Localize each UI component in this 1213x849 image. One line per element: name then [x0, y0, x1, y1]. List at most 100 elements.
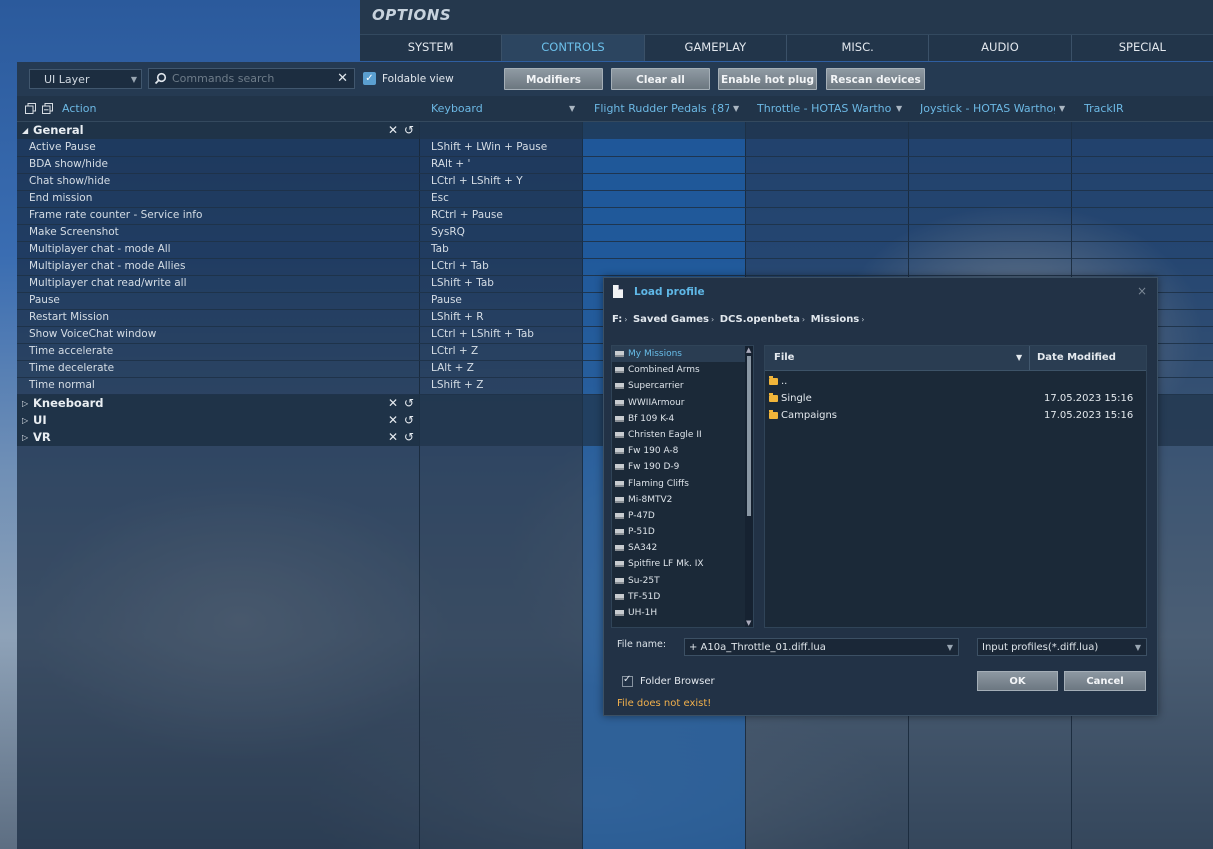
keyboard-binding[interactable]: LShift + R: [431, 309, 484, 326]
breadcrumb-item[interactable]: DCS.openbeta: [720, 314, 800, 325]
tab-system[interactable]: SYSTEM: [360, 35, 503, 61]
keyboard-binding[interactable]: LCtrl + Z: [431, 343, 478, 360]
folder-item[interactable]: TF-51D: [612, 589, 753, 605]
category-kneeboard[interactable]: ▷ Kneeboard ✕ ↺: [17, 395, 419, 412]
folder-item[interactable]: Supercarrier: [612, 378, 753, 394]
column-header-throttle[interactable]: Throttle - HOTAS Warthog ...: [757, 96, 892, 121]
layer-select[interactable]: UI Layer ▼: [29, 69, 142, 89]
category-general[interactable]: ◢ General ✕ ↺: [17, 122, 419, 139]
expand-triangle-icon[interactable]: ▷: [22, 412, 28, 429]
reset-category-icon[interactable]: ↺: [404, 429, 414, 446]
folder-scrollbar[interactable]: ▲ ▼: [745, 346, 753, 627]
scroll-up-icon[interactable]: ▲: [746, 346, 751, 354]
clear-search-icon[interactable]: ✕: [337, 69, 348, 89]
file-row[interactable]: Campaigns 17.05.2023 15:16: [769, 407, 1139, 424]
clear-category-icon[interactable]: ✕: [388, 429, 398, 446]
clear-category-icon[interactable]: ✕: [388, 412, 398, 429]
table-row[interactable]: Chat show/hide LCtrl + LShift + Y: [17, 173, 1213, 191]
breadcrumb-item[interactable]: F:: [612, 314, 622, 325]
enable-hot-plug-button[interactable]: Enable hot plug: [718, 68, 817, 90]
table-row[interactable]: Make Screenshot SysRQ: [17, 224, 1213, 242]
folder-item[interactable]: P-47D: [612, 508, 753, 524]
cancel-button[interactable]: Cancel: [1064, 671, 1146, 691]
keyboard-binding[interactable]: Pause: [431, 292, 462, 309]
table-row[interactable]: BDA show/hide RAlt + ': [17, 156, 1213, 174]
scrollbar-thumb[interactable]: [747, 356, 751, 516]
folder-item[interactable]: P-51D: [612, 524, 753, 540]
folder-item[interactable]: Fw 190 A-8: [612, 443, 753, 459]
chevron-down-icon[interactable]: ▼: [947, 639, 953, 657]
folder-item[interactable]: Combined Arms: [612, 362, 753, 378]
file-row[interactable]: ..: [769, 373, 1139, 390]
tab-special[interactable]: SPECIAL: [1072, 35, 1213, 61]
folder-item[interactable]: Fw 190 D-9: [612, 459, 753, 475]
chevron-down-icon[interactable]: ▼: [1135, 639, 1141, 657]
table-row[interactable]: Active Pause LShift + LWin + Pause: [17, 139, 1213, 157]
commands-search-input[interactable]: Commands search ✕: [148, 68, 355, 89]
category-vr[interactable]: ▷ VR ✕ ↺: [17, 429, 419, 446]
modifiers-button[interactable]: Modifiers: [504, 68, 603, 90]
folder-item[interactable]: Bf 109 K-4: [612, 411, 753, 427]
file-name-input[interactable]: + A10a_Throttle_01.diff.lua ▼: [684, 638, 959, 656]
keyboard-binding[interactable]: LAlt + Z: [431, 360, 474, 377]
reset-category-icon[interactable]: ↺: [404, 412, 414, 429]
keyboard-binding[interactable]: SysRQ: [431, 224, 465, 241]
keyboard-binding[interactable]: RCtrl + Pause: [431, 207, 503, 224]
reset-category-icon[interactable]: ↺: [404, 122, 414, 139]
clear-category-icon[interactable]: ✕: [388, 395, 398, 412]
keyboard-binding[interactable]: LCtrl + Tab: [431, 258, 489, 275]
keyboard-binding[interactable]: LShift + LWin + Pause: [431, 139, 547, 156]
folder-item[interactable]: UH-1H: [612, 605, 753, 621]
collapse-all-icon[interactable]: [42, 103, 53, 114]
folder-item[interactable]: SA342: [612, 540, 753, 556]
collapse-triangle-icon[interactable]: ◢: [22, 122, 28, 139]
tab-audio[interactable]: AUDIO: [929, 35, 1072, 61]
rescan-devices-button[interactable]: Rescan devices: [826, 68, 925, 90]
reset-category-icon[interactable]: ↺: [404, 395, 414, 412]
chevron-down-icon[interactable]: ▼: [896, 96, 902, 121]
tab-controls[interactable]: CONTROLS: [502, 35, 645, 61]
keyboard-binding[interactable]: Tab: [431, 241, 449, 258]
folder-browser-checkbox[interactable]: [622, 674, 633, 687]
chevron-down-icon[interactable]: ▼: [1059, 96, 1065, 121]
breadcrumb-item[interactable]: Saved Games: [633, 314, 709, 325]
folder-item[interactable]: Mi-8MTV2: [612, 492, 753, 508]
category-ui[interactable]: ▷ UI ✕ ↺: [17, 412, 419, 429]
chevron-down-icon[interactable]: ▼: [569, 96, 575, 121]
file-row[interactable]: Single 17.05.2023 15:16: [769, 390, 1139, 407]
folder-item[interactable]: Spitfire LF Mk. IX: [612, 556, 753, 572]
clear-all-button[interactable]: Clear all: [611, 68, 710, 90]
folder-item[interactable]: WWIIArmour: [612, 395, 753, 411]
chevron-down-icon[interactable]: ▼: [733, 96, 739, 121]
folder-item[interactable]: Christen Eagle II: [612, 427, 753, 443]
keyboard-binding[interactable]: RAlt + ': [431, 156, 470, 173]
date-column-header[interactable]: Date Modified: [1029, 346, 1146, 370]
keyboard-binding[interactable]: LCtrl + LShift + Y: [431, 173, 523, 190]
breadcrumb-item[interactable]: Missions: [811, 314, 860, 325]
folder-item[interactable]: Su-25T: [612, 573, 753, 589]
keyboard-binding[interactable]: LShift + Z: [431, 377, 483, 394]
column-header-keyboard[interactable]: Keyboard: [431, 96, 561, 121]
keyboard-binding[interactable]: Esc: [431, 190, 449, 207]
column-header-trackir[interactable]: TrackIR: [1084, 96, 1164, 121]
tab-misc[interactable]: MISC.: [787, 35, 930, 61]
expand-all-icon[interactable]: [25, 103, 36, 114]
column-header-rudder-pedals[interactable]: Flight Rudder Pedals {873...: [594, 96, 729, 121]
column-header-joystick[interactable]: Joystick - HOTAS Warthog {...: [920, 96, 1055, 121]
foldable-checkbox[interactable]: ✓: [363, 72, 376, 85]
keyboard-binding[interactable]: LCtrl + LShift + Tab: [431, 326, 534, 343]
table-row[interactable]: Multiplayer chat - mode All Tab: [17, 241, 1213, 259]
table-row[interactable]: Frame rate counter - Service info RCtrl +…: [17, 207, 1213, 225]
table-row[interactable]: Multiplayer chat - mode Allies LCtrl + Ta…: [17, 258, 1213, 276]
expand-triangle-icon[interactable]: ▷: [22, 395, 28, 412]
folder-item[interactable]: Flaming Cliffs: [612, 476, 753, 492]
sort-down-icon[interactable]: ▼: [1016, 346, 1022, 370]
expand-triangle-icon[interactable]: ▷: [22, 429, 28, 446]
clear-category-icon[interactable]: ✕: [388, 122, 398, 139]
keyboard-binding[interactable]: LShift + Tab: [431, 275, 494, 292]
table-row[interactable]: End mission Esc: [17, 190, 1213, 208]
scroll-down-icon[interactable]: ▼: [746, 619, 751, 627]
file-type-select[interactable]: Input profiles(*.diff.lua) ▼: [977, 638, 1147, 656]
file-column-header[interactable]: File: [774, 346, 794, 370]
ok-button[interactable]: OK: [977, 671, 1058, 691]
